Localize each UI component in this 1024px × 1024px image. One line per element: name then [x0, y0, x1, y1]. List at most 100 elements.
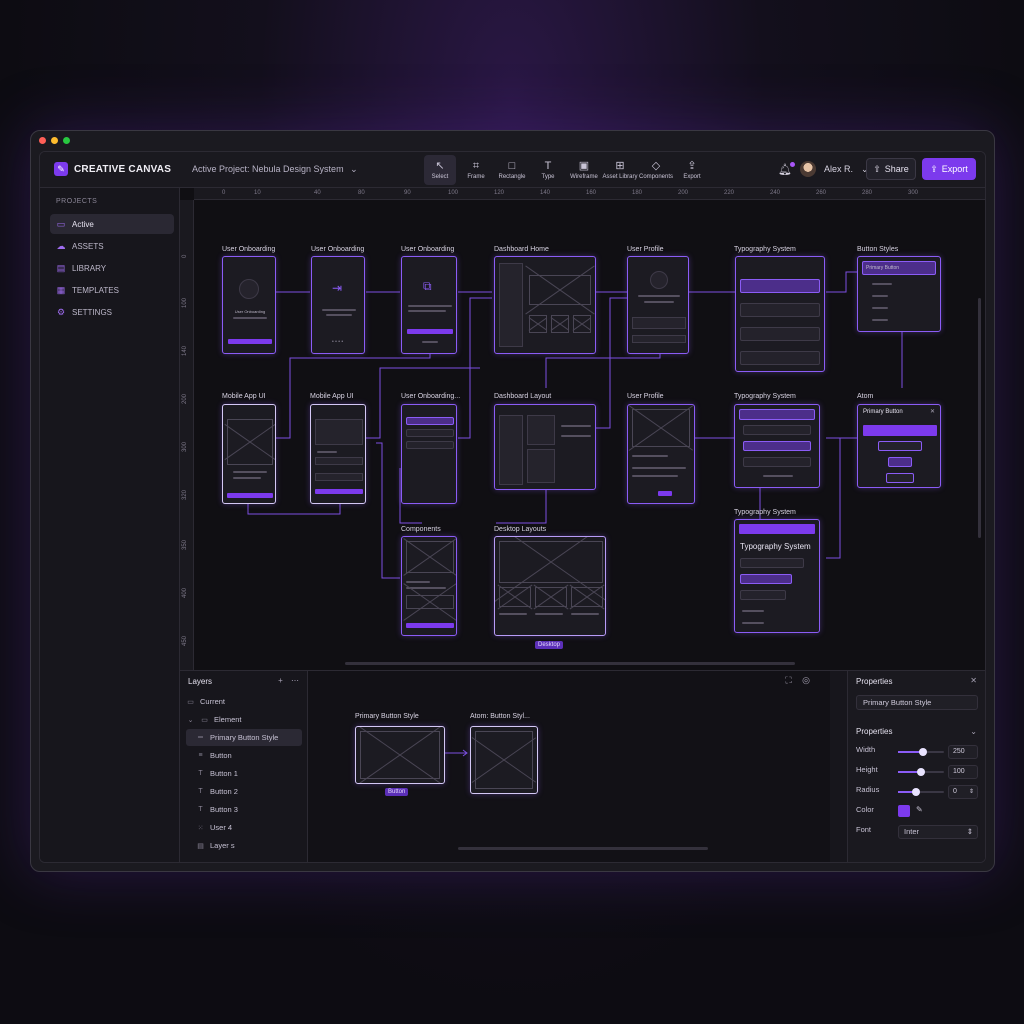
slider-knob[interactable] — [912, 788, 921, 796]
frame-user-onboarding-2[interactable]: ⇥ • • • • — [311, 256, 365, 354]
tool-components[interactable]: ◇ Components — [639, 155, 673, 185]
image-placeholder — [499, 587, 531, 607]
tool-asset-library[interactable]: ⊞ Asset Library — [603, 155, 638, 185]
layer-item[interactable]: ≡ Button — [186, 747, 302, 764]
preview-atom-button-style[interactable] — [470, 726, 538, 794]
image-placeholder — [475, 731, 533, 789]
tool-frame[interactable]: ⌗ Frame — [460, 155, 492, 185]
layer-item[interactable]: ▭ Current — [186, 693, 302, 710]
node-label: Dashboard Layout — [494, 393, 552, 400]
frame-user-onboarding-3[interactable]: ⧉ — [401, 256, 457, 354]
height-slider[interactable] — [898, 768, 944, 776]
text-line — [872, 307, 888, 309]
components-icon: ◇ — [651, 160, 661, 172]
tool-export[interactable]: ⇪ Export — [676, 155, 708, 185]
outline-button — [886, 473, 914, 483]
connector — [826, 438, 841, 559]
radius-slider[interactable] — [898, 788, 944, 796]
sidebar-item-settings[interactable]: ⚙ SETTINGS — [50, 302, 174, 322]
fit-icon[interactable]: ⛶ — [785, 675, 791, 685]
horizontal-scrollbar[interactable] — [345, 662, 795, 665]
frame-typography-system-3[interactable]: Typography System — [734, 519, 820, 633]
font-select[interactable]: Inter ⇕ — [898, 825, 978, 839]
text-line — [499, 613, 527, 615]
horizontal-scrollbar[interactable] — [458, 847, 708, 850]
image-placeholder — [529, 315, 547, 333]
cursor-icon: ↖ — [435, 160, 445, 172]
frame-typography-system-1[interactable] — [735, 256, 825, 372]
frame-dashboard-layout[interactable] — [494, 404, 596, 490]
node-label: User Onboarding — [222, 246, 276, 253]
node-label: User Onboarding — [311, 246, 365, 253]
layer-item[interactable]: ⁙ User 4 — [186, 819, 302, 836]
sidebar-item-active[interactable]: ▭ Active — [50, 214, 174, 234]
maximize-window-button[interactable] — [63, 137, 70, 144]
radius-input[interactable]: 0 ⇕ — [948, 785, 978, 799]
layer-item-selected[interactable]: ═ Primary Button Style — [186, 729, 302, 746]
frame-atom[interactable]: Primary Button ✕ — [857, 404, 941, 488]
tool-select[interactable]: ↖ Select — [424, 155, 456, 185]
width-slider[interactable] — [898, 748, 944, 756]
nav-panel — [499, 263, 523, 347]
selected-element-name[interactable]: Primary Button Style — [856, 695, 978, 710]
text-line — [422, 341, 438, 343]
secondary-button — [878, 441, 922, 451]
bell-icon[interactable]: 🔔︎ — [778, 161, 795, 176]
frame-mobile-app-ui-1[interactable] — [222, 404, 276, 504]
tool-rectangle[interactable]: □ Rectangle — [496, 155, 528, 185]
share-button[interactable]: ⇧ Share — [866, 158, 916, 180]
frame-user-onboarding-4[interactable] — [401, 404, 457, 504]
design-canvas[interactable]: 0 10 40 80 90 100 120 140 160 180 200 22… — [180, 188, 985, 670]
hero-placeholder — [499, 541, 603, 583]
frame-components[interactable] — [401, 536, 457, 636]
text-line — [742, 622, 764, 624]
close-icon[interactable]: ✕ — [970, 676, 977, 685]
primary-button — [315, 489, 363, 494]
vertical-scrollbar[interactable] — [978, 298, 981, 538]
sidebar-item-library[interactable]: ▤ LIBRARY — [50, 258, 174, 278]
color-row: Color ✎ — [856, 805, 980, 819]
layer-item[interactable]: ▤ Layer s — [186, 837, 302, 854]
layer-item[interactable]: T Button 2 — [186, 783, 302, 800]
layer-item[interactable]: T Button 1 — [186, 765, 302, 782]
width-input[interactable]: 250 — [948, 745, 978, 759]
height-input[interactable]: 100 — [948, 765, 978, 779]
frame-user-profile-2[interactable] — [627, 404, 695, 504]
nav-panel — [499, 415, 523, 485]
minimize-window-button[interactable] — [51, 137, 58, 144]
layer-item[interactable]: T Button 3 — [186, 801, 302, 818]
frame-typography-system-2[interactable] — [734, 404, 820, 488]
preview-primary-button-style[interactable] — [355, 726, 445, 784]
frame-user-onboarding-1[interactable]: User Onboarding — [222, 256, 276, 354]
more-icon[interactable]: ⋯ — [291, 676, 299, 685]
frame-user-profile[interactable] — [627, 256, 689, 354]
tool-type[interactable]: T Type — [532, 155, 564, 185]
frame-button-styles[interactable]: Primary Button — [857, 256, 941, 332]
tool-wireframe[interactable]: ▣ Wireframe — [568, 155, 600, 185]
stepper-icon[interactable]: ⇕ — [969, 786, 974, 798]
component-preview[interactable]: ⛶ ◎ Primary Button Style Atom: Button St… — [308, 671, 830, 862]
color-swatch[interactable] — [898, 805, 910, 817]
list-item — [740, 590, 786, 600]
slider-knob[interactable] — [919, 748, 928, 756]
chevron-down-icon[interactable]: ⌄ — [970, 727, 977, 736]
selection-tag: Desktop — [535, 641, 564, 649]
sidebar-item-assets[interactable]: ☁ ASSETS — [50, 236, 174, 256]
layer-item[interactable]: ⌄ ▭ Element — [186, 711, 302, 728]
sidebar-item-templates[interactable]: ▦ TEMPLATES — [50, 280, 174, 300]
target-icon[interactable]: ◎ — [802, 675, 810, 685]
eyedropper-icon[interactable]: ✎ — [916, 805, 923, 814]
user-menu[interactable]: 🔔︎ Alex R. ⌄ — [778, 161, 869, 177]
height-row: Height 100 — [856, 765, 980, 779]
frame-mobile-app-ui-2[interactable] — [310, 404, 366, 504]
list-item — [740, 574, 792, 584]
close-window-button[interactable] — [39, 137, 46, 144]
frame-desktop-layouts[interactable] — [494, 536, 606, 636]
frame-dashboard-home[interactable] — [494, 256, 596, 354]
project-selector[interactable]: Active Project: Nebula Design System ⌄ — [192, 164, 358, 175]
image-placeholder — [535, 587, 567, 607]
add-icon[interactable]: + — [278, 676, 283, 685]
node-label: Mobile App UI — [310, 393, 354, 400]
slider-knob[interactable] — [917, 768, 925, 776]
export-button[interactable]: ⇪ Export — [922, 158, 976, 180]
